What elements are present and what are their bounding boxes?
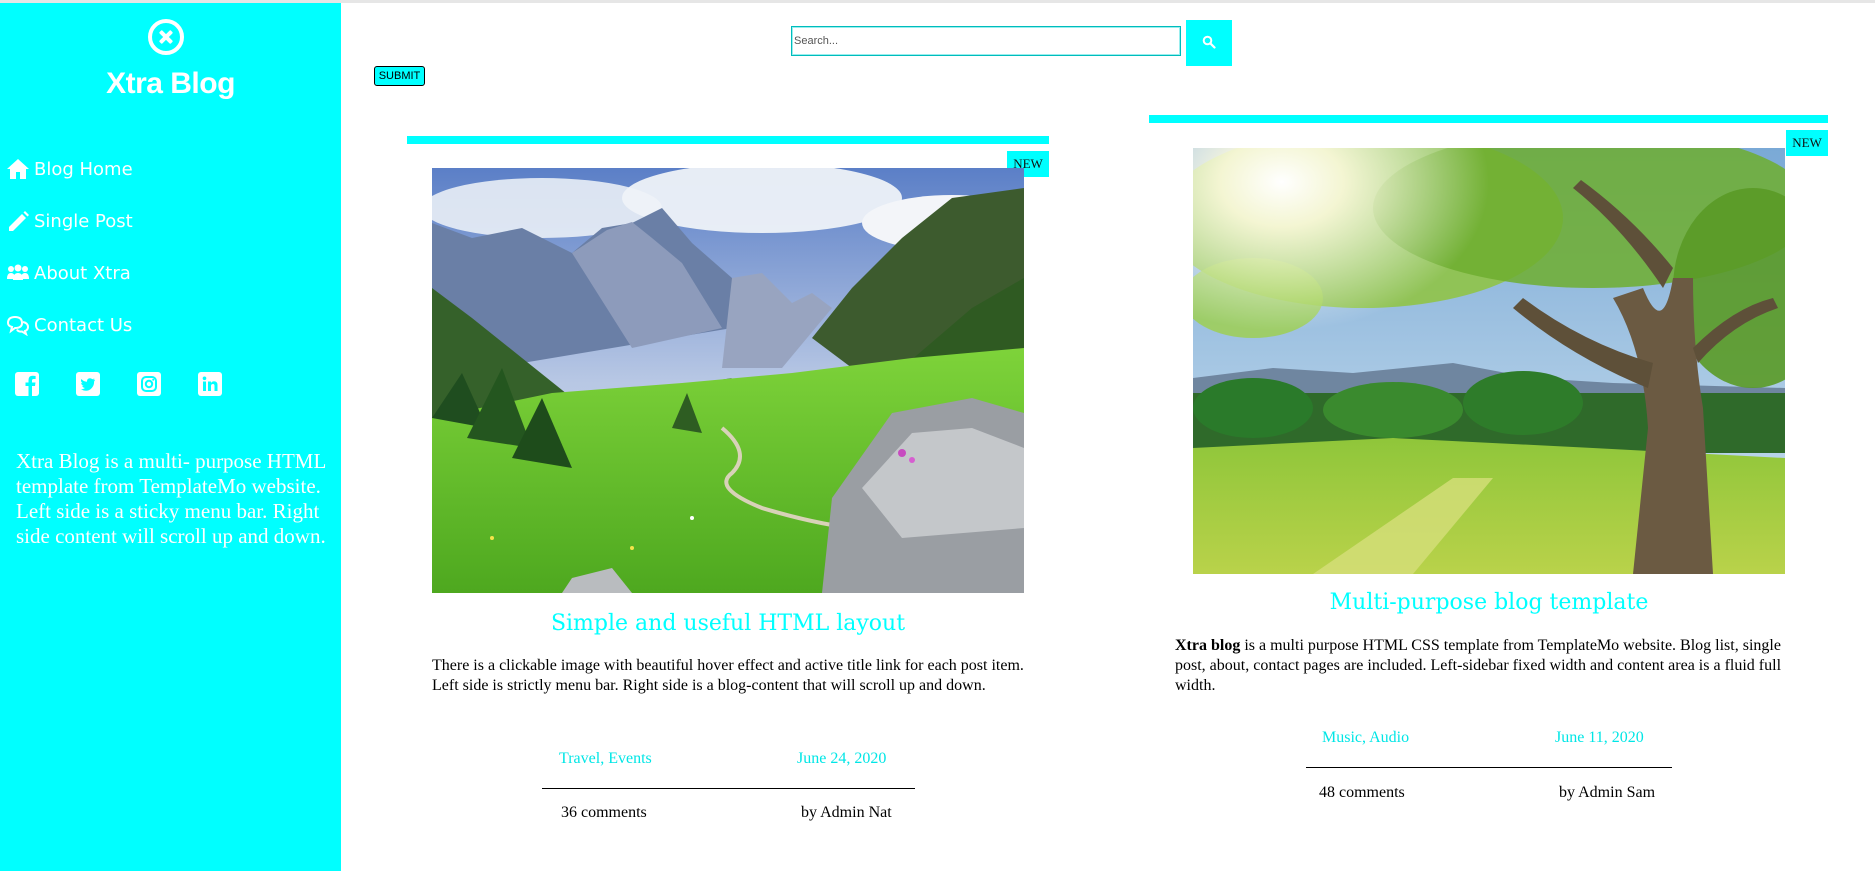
- facebook-icon[interactable]: [14, 371, 40, 397]
- post-body-bold: Xtra blog: [1175, 637, 1241, 654]
- sidebar-description: Xtra Blog is a multi- purpose HTML templ…: [16, 449, 326, 548]
- post-top-bar: [407, 136, 1049, 144]
- post-image-tree-meadow[interactable]: [1193, 148, 1785, 574]
- site-brand[interactable]: Xtra Blog: [0, 67, 341, 101]
- users-icon: [7, 264, 29, 280]
- meta-divider: [1306, 767, 1672, 768]
- post-top-bar: [1149, 115, 1828, 123]
- instagram-icon[interactable]: [136, 371, 162, 397]
- linkedin-icon[interactable]: [197, 371, 223, 397]
- social-links: [14, 371, 258, 397]
- post-body-text: is a multi purpose HTML CSS template fro…: [1175, 637, 1782, 694]
- comments-icon: [6, 315, 30, 336]
- sidebar-item-single-post[interactable]: Single Post: [6, 195, 133, 247]
- post-category[interactable]: Music, Audio: [1322, 729, 1409, 747]
- close-menu-icon[interactable]: [148, 19, 184, 55]
- home-icon: [7, 159, 29, 179]
- sidebar: Xtra Blog Blog Home Single Post About Xt…: [0, 3, 341, 871]
- post-author: by Admin Nat: [801, 804, 892, 821]
- sidebar-item-about-xtra[interactable]: About Xtra: [6, 247, 133, 299]
- sidebar-item-label: Blog Home: [34, 158, 133, 180]
- search-button[interactable]: [1186, 20, 1232, 66]
- post-title[interactable]: Simple and useful HTML layout: [432, 611, 1024, 636]
- post-date: June 24, 2020: [797, 750, 887, 767]
- sidebar-item-label: Contact Us: [34, 314, 133, 336]
- post-author: by Admin Sam: [1559, 784, 1656, 801]
- post-body: Xtra blog is a multi purpose HTML CSS te…: [1175, 636, 1802, 696]
- submit-button[interactable]: SUBMIT: [374, 66, 425, 86]
- meta-divider: [542, 788, 915, 789]
- post-body: There is a clickable image with beautifu…: [432, 657, 1024, 694]
- post-category[interactable]: Travel, Events: [559, 750, 652, 768]
- sidebar-item-contact-us[interactable]: Contact Us: [6, 299, 133, 351]
- post-comments[interactable]: 48 comments: [1319, 784, 1405, 802]
- post-image-mountain-valley[interactable]: [432, 168, 1024, 593]
- post-date: June 11, 2020: [1555, 729, 1644, 746]
- new-badge: NEW: [1786, 130, 1828, 156]
- search-icon: [1202, 35, 1216, 49]
- sidebar-item-label: Single Post: [34, 210, 133, 232]
- pencil-icon: [9, 211, 29, 231]
- sidebar-item-blog-home[interactable]: Blog Home: [6, 143, 133, 195]
- sidebar-item-label: About Xtra: [34, 262, 131, 284]
- search-input[interactable]: [791, 26, 1181, 56]
- sidebar-nav: Blog Home Single Post About Xtra Contact…: [6, 143, 133, 351]
- post-title[interactable]: Multi-purpose blog template: [1193, 590, 1785, 615]
- twitter-icon[interactable]: [75, 371, 101, 397]
- post-comments[interactable]: 36 comments: [561, 804, 647, 822]
